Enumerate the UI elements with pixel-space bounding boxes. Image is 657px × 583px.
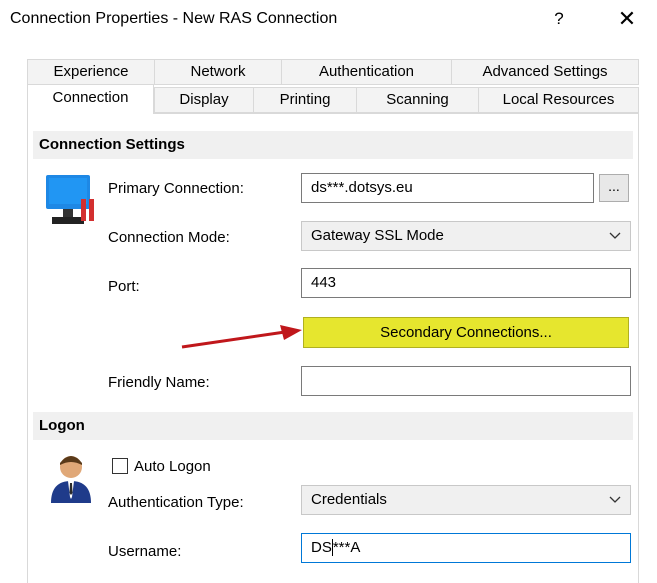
auth-type-label: Authentication Type: (108, 494, 244, 511)
username-label: Username: (108, 543, 182, 560)
tab-authentication[interactable]: Authentication (281, 59, 452, 85)
connection-mode-value: Gateway SSL Mode (311, 227, 444, 244)
monitor-connection-icon (46, 175, 94, 224)
tab-connection[interactable]: Connection (27, 84, 154, 114)
window-title: Connection Properties - New RAS Connecti… (10, 10, 338, 27)
close-button[interactable]: ✕ (610, 6, 644, 32)
auto-logon-label[interactable]: Auto Logon (134, 458, 211, 475)
connection-mode-label: Connection Mode: (108, 229, 230, 246)
friendly-name-input[interactable] (301, 366, 631, 396)
user-icon (51, 456, 91, 503)
browse-button[interactable]: ... (599, 174, 629, 202)
auth-type-select[interactable]: Credentials (301, 485, 631, 515)
auto-logon-checkbox[interactable] (112, 458, 128, 474)
tab-local-resources[interactable]: Local Resources (478, 87, 639, 113)
tab-experience[interactable]: Experience (27, 59, 155, 85)
port-label: Port: (108, 278, 140, 295)
connection-mode-select[interactable]: Gateway SSL Mode (301, 221, 631, 251)
username-input[interactable]: DS***A (301, 533, 631, 563)
tab-scanning[interactable]: Scanning (356, 87, 479, 113)
help-button[interactable]: ? (544, 6, 574, 32)
primary-connection-label: Primary Connection: (108, 180, 244, 197)
username-suffix: ***A (332, 539, 361, 556)
port-input[interactable]: 443 (301, 268, 631, 298)
red-arrow-icon (181, 325, 302, 349)
tab-printing[interactable]: Printing (253, 87, 357, 113)
tab-display[interactable]: Display (154, 87, 254, 113)
section-logon: Logon (33, 412, 633, 440)
chevron-down-icon (609, 496, 621, 503)
tab-advanced-settings[interactable]: Advanced Settings (451, 59, 639, 85)
chevron-down-icon (609, 232, 621, 239)
friendly-name-label: Friendly Name: (108, 374, 210, 391)
auth-type-value: Credentials (311, 491, 387, 508)
username-prefix: DS (311, 539, 332, 556)
tab-network[interactable]: Network (154, 59, 282, 85)
section-connection-settings: Connection Settings (33, 131, 633, 159)
secondary-connections-button[interactable]: Secondary Connections... (303, 317, 629, 348)
primary-connection-input[interactable]: ds***.dotsys.eu (301, 173, 594, 203)
